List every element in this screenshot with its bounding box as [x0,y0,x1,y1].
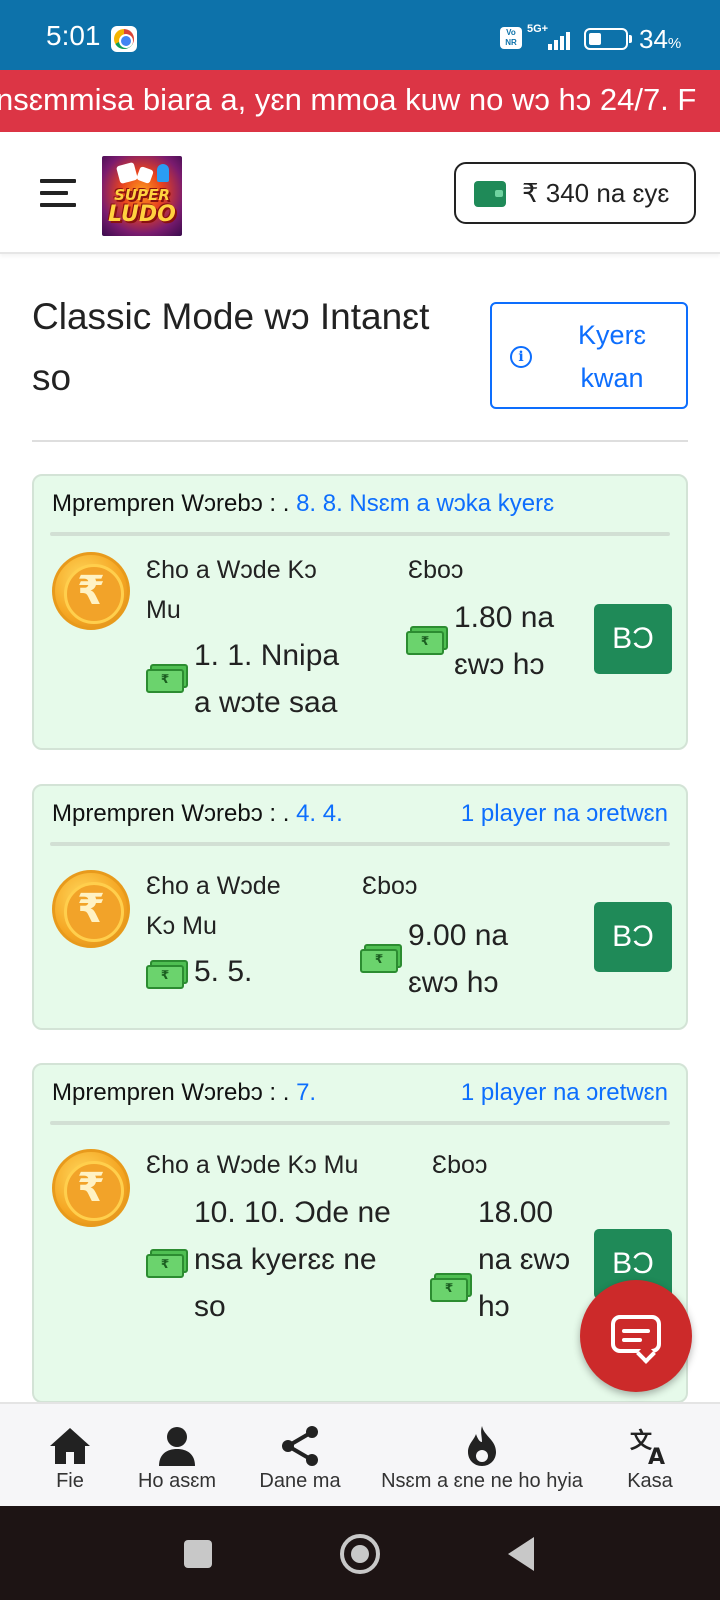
nav-label: Nsɛm a ɛne ne ho hyia [381,1470,583,1492]
status-time: 5:01 [46,20,101,51]
announcement-marquee: nsɛmmisa biara a, yɛn mmoa kuw no wɔ hɔ … [0,70,720,132]
card-header: Mprempren Wɔrebɔ : . 4. 4. 1 player na ɔ… [52,800,668,840]
user-icon [159,1427,195,1466]
wallet-balance: ₹ 340 na ɛyɛ [522,178,670,208]
pawn-icon [157,164,169,182]
page-title: Classic Mode wɔ Intanɛt so [32,296,430,398]
nav-item-home[interactable]: Fie [20,1404,120,1508]
card-header-label: Mprempren Wɔrebɔ : . [52,800,290,827]
guide-button-label: Kyerɛ kwan [578,320,646,393]
rupee-coin-icon: ₹ [52,552,130,630]
card-divider [50,532,670,536]
network-type: 5G+ [527,23,549,35]
svg-text:A: A [648,1445,665,1468]
cash-icon [360,944,402,973]
play-button[interactable]: BƆ [594,604,672,674]
dice-icon [115,161,139,185]
card-header-link[interactable]: 8. 8. Nsɛm a wɔka kyerɛ [296,490,554,517]
dice-icon [136,166,154,184]
nav-label: Ho asɛm [137,1470,217,1492]
home-system-icon[interactable] [340,1534,380,1574]
card-divider [50,1121,670,1125]
card-header-label: Mprempren Wɔrebɔ : . [52,490,290,517]
cash-icon [146,960,188,989]
card-divider [50,842,670,846]
waiting-players: 1 player na ɔretwɛn [460,1079,668,1106]
card-header-link[interactable]: 7. [296,1079,316,1106]
game-card: Mprempren Wɔrebɔ : . 8. 8. Nsɛm a wɔka k… [32,474,688,750]
menu-button[interactable] [40,176,78,210]
system-navigation-bar [0,1506,720,1600]
menu-icon-line [40,191,68,195]
chat-support-button[interactable] [580,1280,692,1392]
cash-icon [146,664,188,693]
home-icon [50,1428,90,1464]
card-header-label: Mprempren Wɔrebɔ : . [52,1079,290,1106]
entry-fee-label: Ɛho a Wɔde Kɔ Mu [146,556,317,624]
info-icon: i [510,346,532,368]
app-header: SUPER LUDO ₹ 340 na ɛyɛ [0,132,720,254]
chat-icon-line [622,1329,650,1333]
logo-text-ludo: LUDO [108,202,176,227]
signal-icon [548,32,572,50]
game-card: Mprempren Wɔrebɔ : . 4. 4. 1 player na ɔ… [32,784,688,1030]
entry-fee-value: 5. 5. [194,955,253,988]
chat-icon [611,1315,661,1353]
rupee-coin-icon: ₹ [52,870,130,948]
cash-icon [406,626,448,655]
battery-percent: 34% [639,24,682,54]
nav-label: Fie [56,1470,84,1492]
prize-value: 18.00 na ɛwɔ hɔ [478,1196,571,1323]
status-bar: 5:01 Vo NR 5G+ 34% [0,0,720,70]
nav-item-related[interactable]: Nsɛm a ɛne ne ho hyia [372,1404,592,1508]
nav-item-profile[interactable]: Ho asɛm [127,1404,227,1508]
waiting-players: 1 player na ɔretwɛn [460,800,668,827]
play-button[interactable]: BƆ [594,902,672,972]
cash-icon [430,1273,472,1302]
card-header: Mprempren Wɔrebɔ : . 8. 8. Nsɛm a wɔka k… [52,490,668,530]
entry-fee-label: Ɛho a Wɔde Kɔ Mu [146,872,281,940]
entry-fee-label: Ɛho a Wɔde Kɔ Mu [146,1151,359,1179]
wallet-balance-button[interactable]: ₹ 340 na ɛyɛ [454,162,696,224]
prize-value: 9.00 na ɛwɔ hɔ [408,919,509,999]
menu-icon-line [40,203,76,207]
chrome-icon [111,26,137,52]
back-icon[interactable] [508,1537,534,1571]
nav-label: Kasa [627,1470,673,1492]
super-ludo-logo[interactable]: SUPER LUDO [102,156,182,236]
wallet-icon [474,181,506,207]
divider [32,440,688,442]
nav-item-language[interactable]: 文 A Kasa [600,1404,700,1508]
volte-icon: Vo NR [500,27,522,49]
guide-button[interactable]: i Kyerɛ kwan [490,302,688,409]
marquee-text: nsɛmmisa biara a, yɛn mmoa kuw no wɔ hɔ … [0,82,697,117]
card-header: Mprempren Wɔrebɔ : . 7. 1 player na ɔret… [52,1079,668,1119]
chat-icon-line [622,1338,642,1342]
card-header-link[interactable]: 4. 4. [296,800,343,827]
entry-fee-value: 10. 10. Ɔde ne nsa kyerɛɛ ne so [194,1196,391,1323]
nav-item-share[interactable]: Dane ma [250,1404,350,1508]
menu-icon-line [40,179,76,183]
cash-icon [146,1249,188,1278]
prize-label: Ɛboɔ [362,872,418,900]
rupee-coin-icon: ₹ [52,1149,130,1227]
recents-icon[interactable] [184,1540,212,1568]
prize-label: Ɛboɔ [408,556,464,584]
translate-icon: 文 A [630,1428,665,1468]
prize-value: 1.80 na ɛwɔ hɔ [454,601,555,681]
entry-fee-value: 1. 1. Nnipa a wɔte saa [194,639,340,719]
bottom-nav: Fie Ho asɛm Dane ma Nsɛm a ɛne ne ho hyi… [0,1402,720,1506]
battery-icon [584,28,632,50]
share-icon [282,1426,318,1466]
prize-label: Ɛboɔ [432,1151,488,1179]
nav-label: Dane ma [259,1470,341,1492]
fire-icon [468,1426,496,1466]
